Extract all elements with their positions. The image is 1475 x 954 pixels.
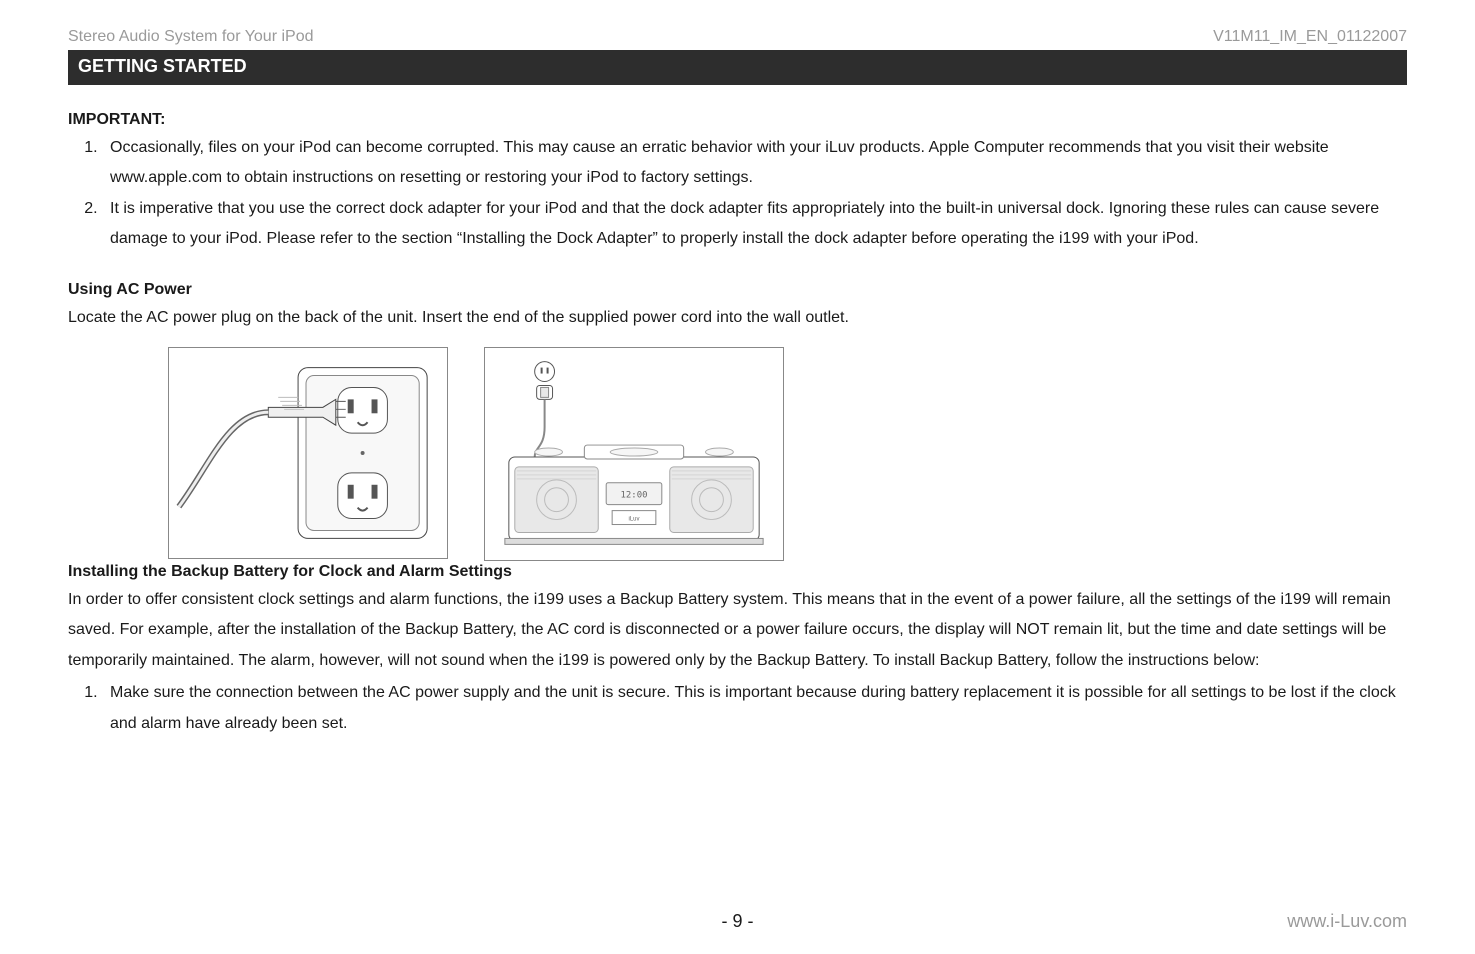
section-banner: GETTING STARTED (68, 50, 1407, 85)
brand-label: iLuv (629, 517, 640, 523)
important-item-2: It is imperative that you use the correc… (102, 194, 1407, 255)
figure-unit-power: 12:00 iLuv (484, 347, 784, 561)
important-list: Occasionally, files on your iPod can bec… (102, 133, 1407, 255)
footer-url: www.i-Luv.com (1287, 911, 1407, 932)
backup-text: In order to offer consistent clock setti… (68, 585, 1407, 676)
page-header: Stereo Audio System for Your iPod V11M11… (68, 28, 1407, 46)
header-left: Stereo Audio System for Your iPod (68, 28, 313, 46)
acpower-text: Locate the AC power plug on the back of … (68, 303, 1407, 333)
header-right: V11M11_IM_EN_01122007 (1213, 28, 1407, 46)
acpower-heading: Using AC Power (68, 281, 1407, 299)
backup-list: Make sure the connection between the AC … (102, 678, 1407, 739)
backup-item-1: Make sure the connection between the AC … (102, 678, 1407, 739)
backup-heading: Installing the Backup Battery for Clock … (68, 563, 1407, 581)
figures-row: 12:00 iLuv (168, 347, 1407, 561)
figure-wall-plug (168, 347, 448, 559)
important-heading: IMPORTANT: (68, 111, 1407, 129)
clock-display-text: 12:00 (621, 491, 648, 501)
page-number: - 9 - (721, 911, 753, 932)
important-item-1: Occasionally, files on your iPod can bec… (102, 133, 1407, 194)
page-footer: - 9 - www.i-Luv.com (68, 911, 1407, 932)
